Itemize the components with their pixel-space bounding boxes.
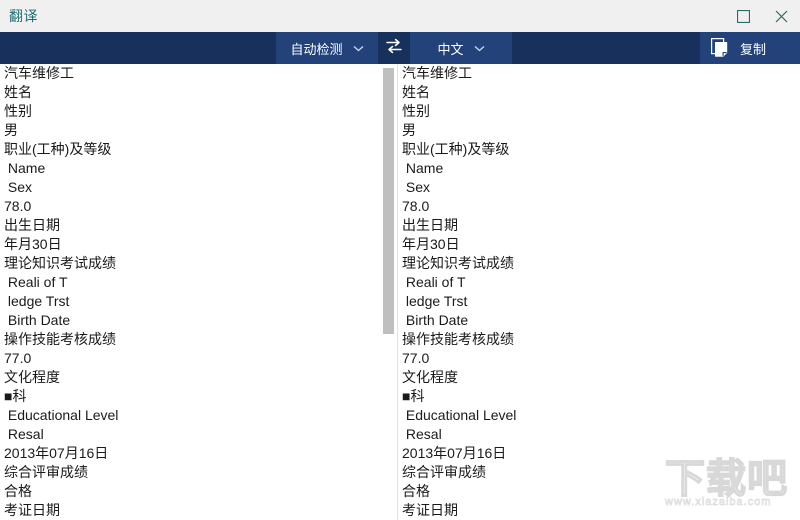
text-line: 男 (4, 122, 18, 138)
chevron-down-icon (353, 45, 364, 52)
text-line: 出生日期 (402, 217, 458, 233)
text-line: 汽车维修工 (4, 65, 74, 81)
source-language-dropdown[interactable]: 自动检测 (276, 32, 378, 64)
text-line: 理论知识考试成绩 (4, 255, 116, 271)
text-line: 合格 (402, 483, 430, 499)
copy-button-label: 复制 (740, 41, 767, 57)
text-line: Sex (4, 179, 33, 195)
text-line: 2013年07月16日 (4, 445, 109, 461)
chevron-down-icon (474, 45, 485, 52)
text-line: 职业(工种)及等级 (4, 141, 112, 157)
target-language-dropdown[interactable]: 中文 (410, 32, 512, 64)
text-line: 理论知识考试成绩 (402, 255, 514, 271)
source-text-lines: 汽车维修工姓名性别男职业(工种)及等级 Name Sex 78.0 出生日期年月30… (0, 64, 383, 520)
text-line: 综合评审成绩 (4, 464, 88, 480)
text-line: Name (402, 160, 444, 176)
text-line: ■科 (4, 388, 27, 404)
copy-icon (700, 32, 740, 64)
translate-window: 翻译 自动检测 中文 复制 汽车维修工 姓名 性别 男 职业(工种)及等级 Na… (0, 0, 800, 520)
square-icon (736, 9, 750, 23)
target-language-label: 中文 (437, 41, 464, 57)
text-line: 文化程度 (4, 369, 60, 385)
source-language-label: 自动检测 (290, 41, 343, 57)
text-line: Birth Date (402, 312, 469, 328)
source-text-pane[interactable]: 汽车维修工姓名性别男职业(工种)及等级 Name Sex 78.0 出生日期年月30… (0, 64, 383, 520)
toolbar: 自动检测 中文 复制 (0, 32, 800, 64)
text-line: Name (4, 160, 46, 176)
language-selector-group: 自动检测 中文 (276, 32, 512, 64)
title-bar: 翻译 (0, 0, 800, 32)
text-line: 78.0 (4, 198, 32, 214)
text-line: 操作技能考核成绩 (4, 331, 116, 347)
translation-panes: 汽车维修工姓名性别男职业(工种)及等级 Name Sex 78.0 出生日期年月30… (0, 64, 800, 520)
text-line: 77.0 (4, 350, 32, 366)
swap-arrows-icon (385, 38, 403, 59)
text-line: 姓名 (4, 84, 32, 100)
text-line: Birth Date (4, 312, 71, 328)
text-line: 综合评审成绩 (402, 464, 486, 480)
text-line: 男 (402, 122, 416, 138)
text-line: 文化程度 (402, 369, 458, 385)
text-line: 性别 (4, 103, 32, 119)
text-line: Educational Level (4, 407, 119, 423)
text-line: 职业(工种)及等级 (402, 141, 510, 157)
text-line: 年月30日 (402, 236, 460, 252)
target-text-pane[interactable]: 汽车维修工姓名性别男职业(工种)及等级 Name Sex 78.0 出生日期年月30… (398, 64, 800, 520)
text-line: 2013年07月16日 (402, 445, 507, 461)
target-text-lines: 汽车维修工姓名性别男职业(工种)及等级 Name Sex 78.0 出生日期年月30… (398, 64, 800, 520)
text-line: Resal (402, 426, 442, 442)
pane-divider (397, 64, 398, 520)
text-line: Sex (402, 179, 431, 195)
copy-button[interactable]: 复制 (700, 32, 800, 64)
text-line: Resal (4, 426, 44, 442)
text-line: 年月30日 (4, 236, 62, 252)
text-line: 77.0 (402, 350, 430, 366)
text-line: ledge Trst (4, 293, 70, 309)
text-line: 合格 (4, 483, 32, 499)
text-line: Reali of T (402, 274, 466, 290)
text-line: 操作技能考核成绩 (402, 331, 514, 347)
close-icon (775, 10, 788, 23)
maximize-button[interactable] (724, 0, 762, 32)
text-line: 考证日期 (4, 502, 60, 518)
text-line: ledge Trst (402, 293, 468, 309)
text-line: 姓名 (402, 84, 430, 100)
text-line: Reali of T (4, 274, 68, 290)
text-line: ■科 (402, 388, 425, 404)
text-line: 考证日期 (402, 502, 458, 518)
text-line: 性别 (402, 103, 430, 119)
source-pane-scrollbar[interactable] (383, 64, 394, 520)
window-title: 翻译 (9, 8, 38, 24)
close-button[interactable] (762, 0, 800, 32)
swap-languages-button[interactable] (378, 32, 410, 64)
scrollbar-thumb[interactable] (383, 68, 394, 334)
text-line: Educational Level (402, 407, 517, 423)
text-line: 78.0 (402, 198, 430, 214)
text-line: 出生日期 (4, 217, 60, 233)
text-line: 汽车维修工 (402, 65, 472, 81)
